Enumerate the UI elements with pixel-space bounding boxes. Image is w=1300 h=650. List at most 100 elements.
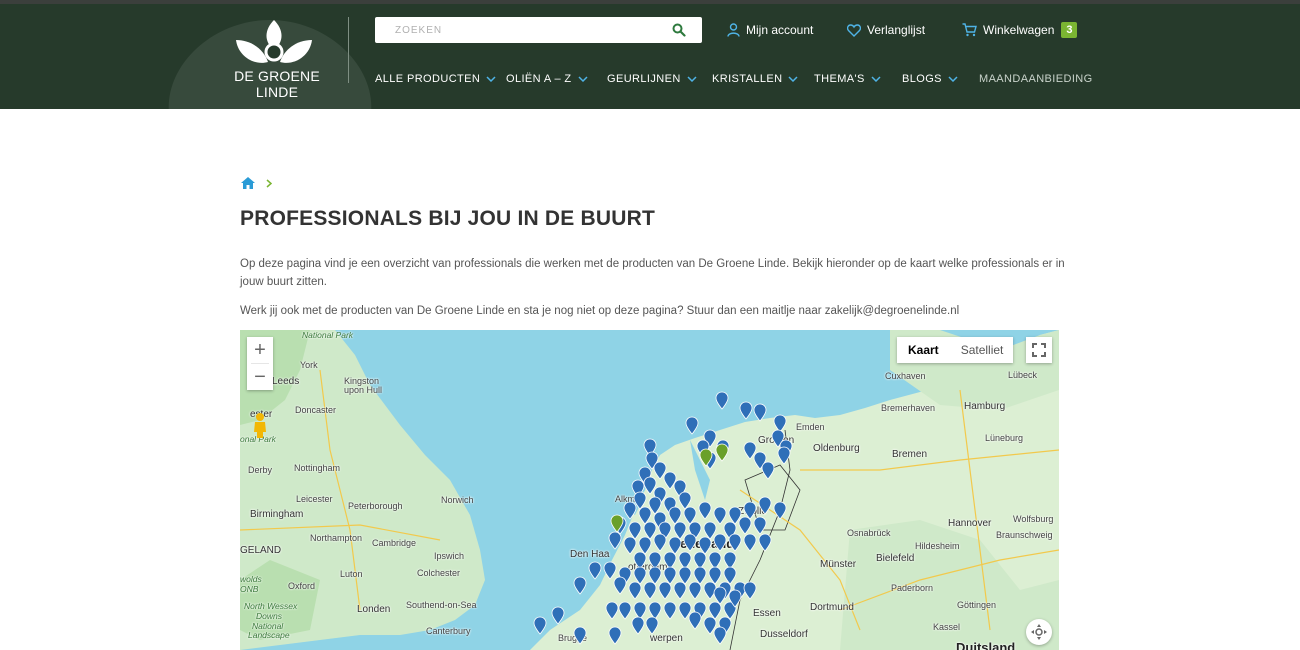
location-pin-icon[interactable]	[663, 601, 677, 620]
location-pin-icon[interactable]	[608, 626, 622, 645]
location-pin-icon[interactable]	[743, 581, 757, 600]
site-header: DE GROENE LINDE Mijn account Verlanglijs…	[0, 4, 1300, 109]
map-label: GELAND	[240, 545, 282, 556]
chevron-down-icon	[578, 76, 588, 82]
zoom-in-button[interactable]: +	[247, 337, 273, 363]
location-pin-icon[interactable]	[777, 446, 791, 465]
location-pin-icon[interactable]	[713, 586, 727, 605]
chevron-down-icon	[871, 76, 881, 82]
search-icon[interactable]	[672, 23, 686, 37]
location-pin-icon[interactable]	[713, 626, 727, 645]
breadcrumb	[240, 175, 272, 191]
map-label: Münster	[820, 559, 857, 570]
map-label: Southend-on-Sea	[406, 600, 477, 610]
map-label: Braunschweig	[996, 530, 1053, 540]
cart-count-badge: 3	[1061, 22, 1078, 38]
location-pin-icon[interactable]	[643, 581, 657, 600]
map-label: Hildesheim	[915, 541, 960, 551]
location-pin-icon[interactable]	[758, 496, 772, 515]
location-pin-icon[interactable]	[728, 533, 742, 552]
location-pin-icon[interactable]	[688, 611, 702, 630]
nav-themas[interactable]: THEMA'S	[814, 71, 881, 87]
location-pin-icon[interactable]	[743, 533, 757, 552]
wishlist-label: Verlanglijst	[867, 23, 926, 37]
zoom-out-button[interactable]: −	[247, 364, 273, 390]
location-pin-icon[interactable]	[551, 606, 565, 625]
location-pin-icon[interactable]	[631, 616, 645, 635]
location-pin-icon[interactable]	[753, 403, 767, 422]
location-pin-icon[interactable]	[588, 561, 602, 580]
chevron-down-icon	[687, 76, 697, 82]
map-type-control: Kaart Satelliet	[897, 337, 1013, 363]
nav-label: ALLE PRODUCTEN	[375, 73, 481, 85]
professionals-map[interactable]: National Park York Leeds Kingston upon H…	[240, 330, 1059, 650]
nav-label: OLIËN A – Z	[506, 73, 572, 85]
map-label: Ipswich	[434, 551, 465, 561]
location-pin-icon[interactable]	[610, 514, 624, 533]
location-pin-icon[interactable]	[533, 616, 547, 635]
camera-control-icon[interactable]	[1026, 619, 1052, 645]
location-pin-icon[interactable]	[653, 533, 667, 552]
map-label: Downs	[256, 611, 282, 621]
location-pin-icon[interactable]	[688, 581, 702, 600]
nav-blogs[interactable]: BLOGS	[902, 71, 958, 87]
location-pin-icon[interactable]	[673, 581, 687, 600]
map-label: Bremen	[892, 449, 928, 460]
location-pin-icon[interactable]	[573, 576, 587, 595]
account-link[interactable]: Mijn account	[727, 22, 813, 38]
location-pin-icon[interactable]	[713, 533, 727, 552]
fullscreen-icon[interactable]	[1026, 337, 1052, 363]
nav-geurlijnen[interactable]: GEURLIJNEN	[607, 71, 697, 87]
map-label: Essen	[753, 608, 781, 619]
location-pin-icon[interactable]	[658, 581, 672, 600]
location-pin-icon[interactable]	[761, 461, 775, 480]
location-pin-icon[interactable]	[645, 616, 659, 635]
user-icon	[727, 23, 740, 37]
logo-text[interactable]: DE GROENE LINDE	[222, 68, 332, 100]
map-label: Osnabrück	[847, 528, 891, 538]
map-label: North Wessex	[244, 601, 298, 611]
map-type-kaart-button[interactable]: Kaart	[897, 337, 950, 363]
location-pin-icon[interactable]	[715, 443, 729, 462]
map-label: Canterbury	[426, 626, 471, 636]
location-pin-icon[interactable]	[618, 601, 632, 620]
location-pin-icon[interactable]	[728, 589, 742, 608]
map-label: Göttingen	[957, 600, 997, 610]
location-pin-icon[interactable]	[628, 581, 642, 600]
location-pin-icon[interactable]	[698, 501, 712, 520]
location-pin-icon[interactable]	[613, 576, 627, 595]
location-pin-icon[interactable]	[605, 601, 619, 620]
location-pin-icon[interactable]	[739, 401, 753, 420]
nav-kristallen[interactable]: KRISTALLEN	[712, 71, 798, 87]
location-pin-icon[interactable]	[773, 501, 787, 520]
map-label: Oxford	[288, 581, 316, 591]
home-icon[interactable]	[240, 176, 256, 190]
map-label: Paderborn	[891, 583, 934, 593]
intro-text: Op deze pagina vind je een overzicht van…	[240, 258, 1065, 288]
map-label: Wolfsburg	[1013, 514, 1054, 524]
map-label: Bremerhaven	[881, 403, 936, 413]
wishlist-link[interactable]: Verlanglijst	[847, 22, 925, 38]
location-pin-icon[interactable]	[715, 391, 729, 410]
map-label: Londen	[357, 604, 391, 615]
nav-olien[interactable]: OLIËN A – Z	[506, 71, 588, 87]
map-type-satelliet-button[interactable]: Satelliet	[950, 337, 1015, 363]
chevron-down-icon	[948, 76, 958, 82]
location-pin-icon[interactable]	[699, 448, 713, 467]
search-input[interactable]	[375, 17, 665, 43]
map-label: Luton	[340, 569, 363, 579]
map-label: Emden	[796, 422, 825, 432]
street-view-pegman-icon[interactable]	[247, 410, 273, 440]
location-pin-icon[interactable]	[758, 533, 772, 552]
nav-alle-producten[interactable]: ALLE PRODUCTEN	[375, 71, 496, 87]
map-label: Leicester	[296, 494, 333, 504]
location-pin-icon[interactable]	[608, 531, 622, 550]
location-pin-icon[interactable]	[683, 533, 697, 552]
location-pin-icon[interactable]	[685, 416, 699, 435]
map-label: York	[300, 360, 318, 370]
map-label: Kassel	[933, 622, 961, 632]
map-label: Lüneburg	[985, 433, 1024, 443]
location-pin-icon[interactable]	[573, 626, 587, 645]
cart-link[interactable]: Winkelwagen 3	[962, 22, 1078, 38]
nav-maandaanbieding[interactable]: MAANDAANBIEDING	[979, 71, 1093, 87]
